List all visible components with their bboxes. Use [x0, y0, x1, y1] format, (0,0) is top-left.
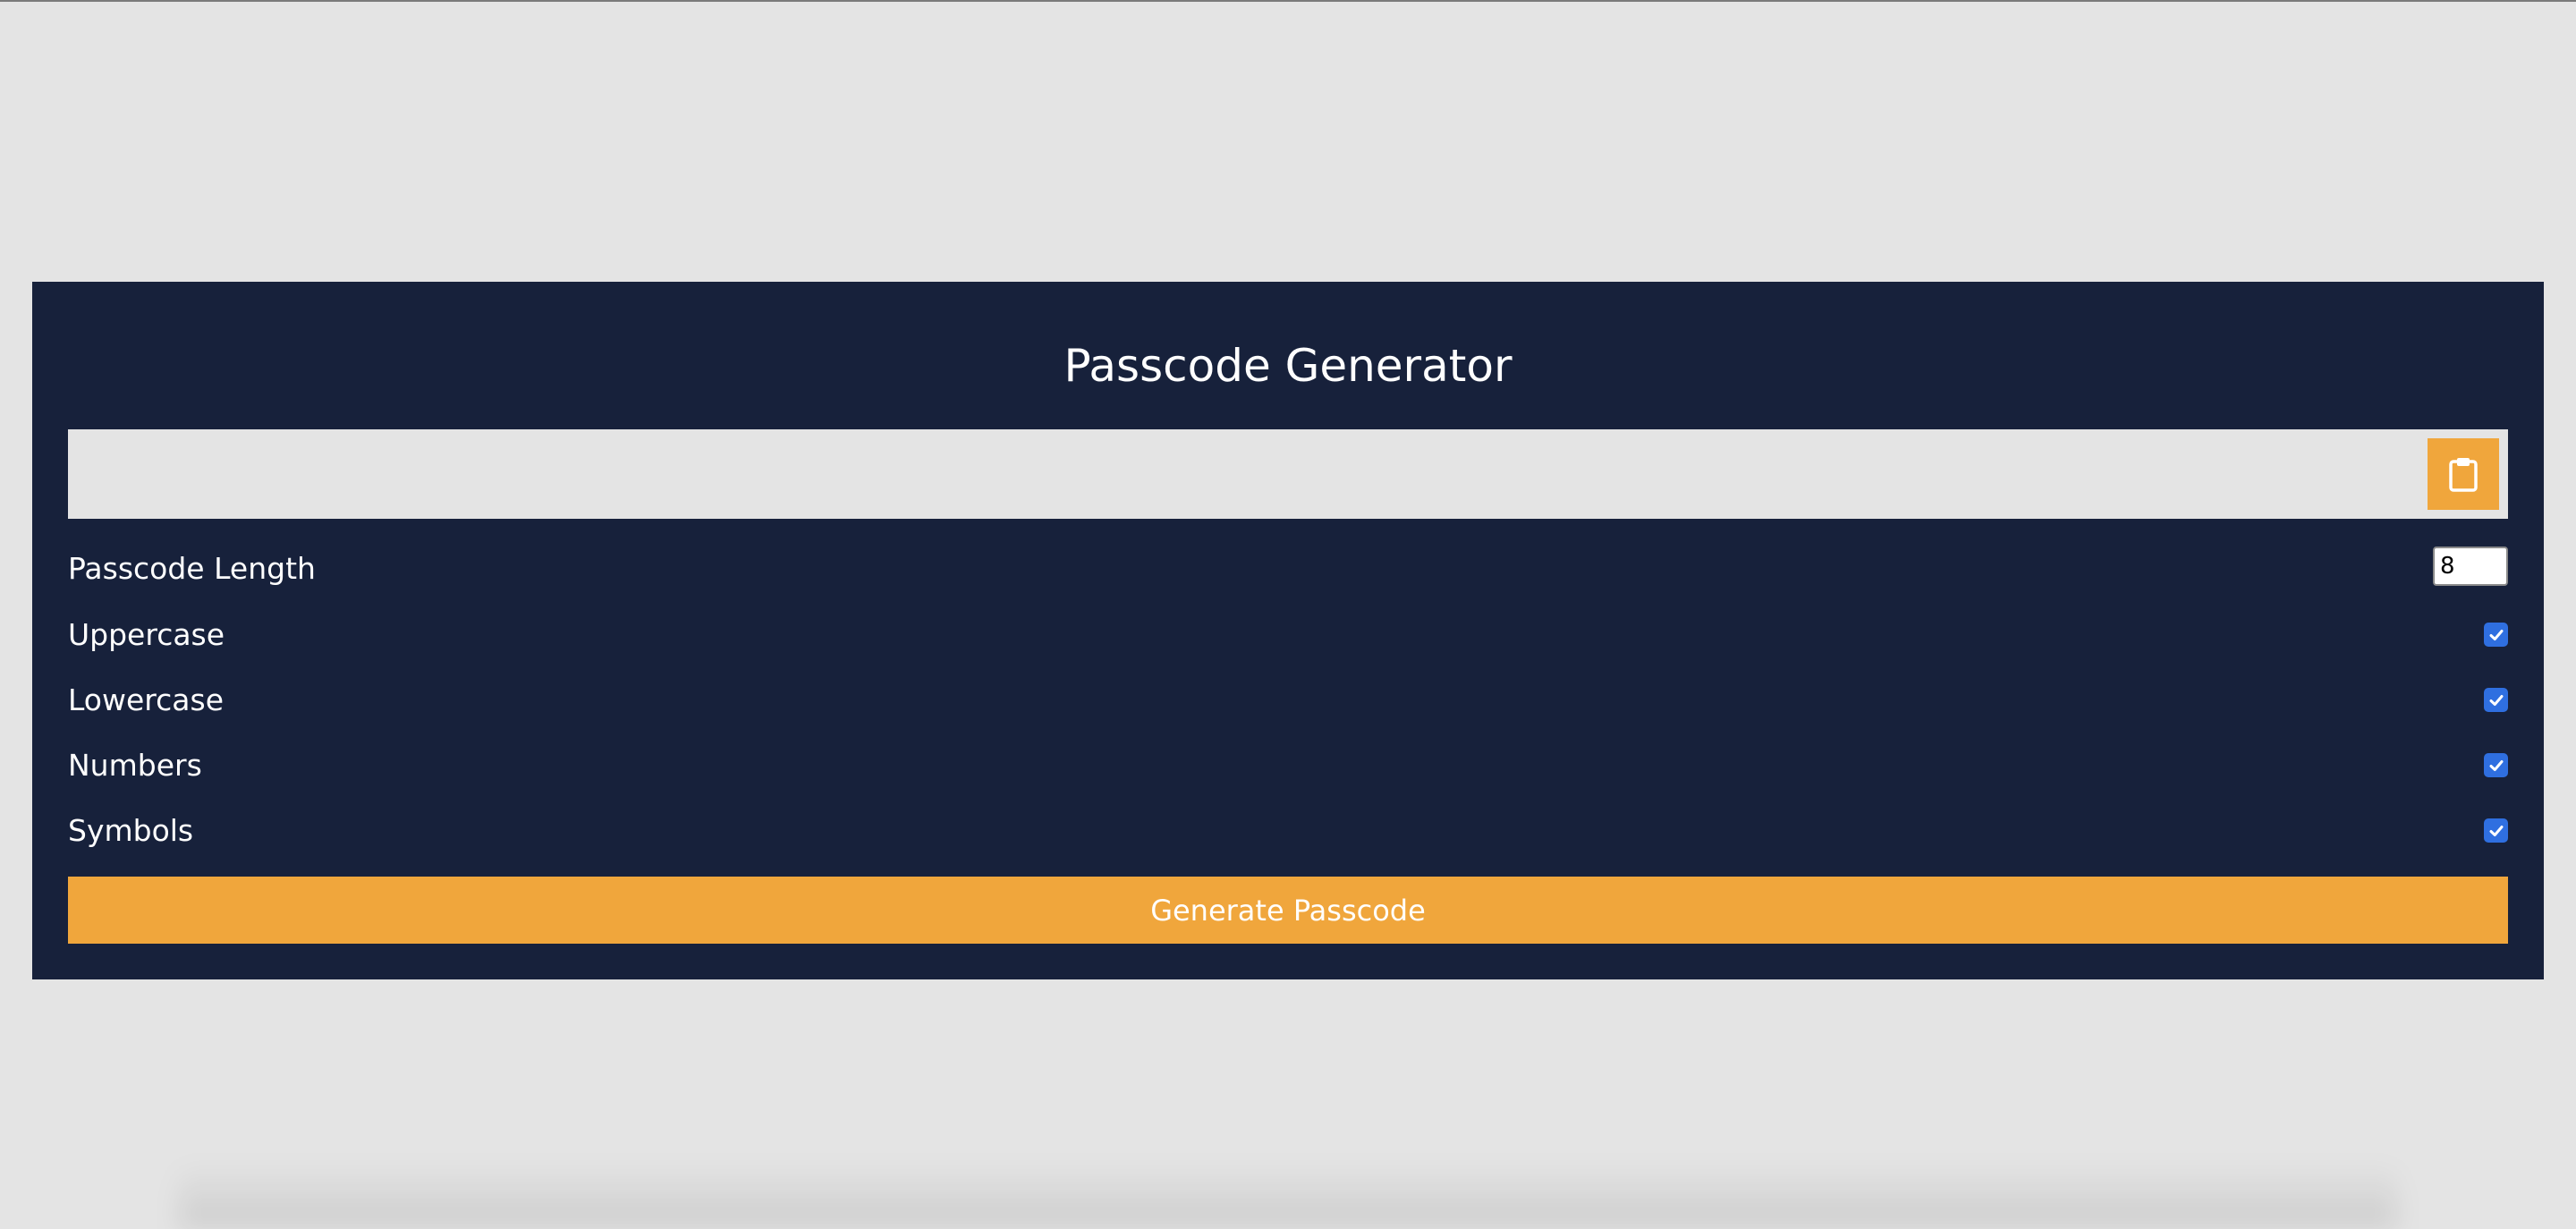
symbols-checkbox[interactable]: [2484, 818, 2508, 843]
symbols-label: Symbols: [68, 813, 194, 848]
copy-to-clipboard-button[interactable]: [2428, 438, 2499, 510]
uppercase-label: Uppercase: [68, 617, 225, 652]
bottom-shadow: [179, 1163, 2397, 1229]
page-title: Passcode Generator: [1063, 340, 1513, 392]
numbers-label: Numbers: [68, 748, 202, 783]
passcode-generator-panel: Passcode Generator Passcode Length Upper…: [32, 282, 2544, 979]
checkmark-icon: [2489, 694, 2503, 706]
clipboard-icon: [2449, 458, 2478, 492]
generate-passcode-button[interactable]: Generate Passcode: [68, 877, 2508, 944]
setting-row-symbols: Symbols: [68, 806, 2508, 856]
setting-row-length: Passcode Length: [68, 544, 2508, 594]
setting-row-numbers: Numbers: [68, 741, 2508, 791]
passcode-result-box: [68, 429, 2508, 519]
lowercase-checkbox[interactable]: [2484, 688, 2508, 712]
uppercase-checkbox[interactable]: [2484, 623, 2508, 647]
setting-row-uppercase: Uppercase: [68, 610, 2508, 660]
checkmark-icon: [2489, 825, 2503, 836]
checkmark-icon: [2489, 629, 2503, 640]
passcode-length-label: Passcode Length: [68, 551, 316, 586]
lowercase-label: Lowercase: [68, 682, 224, 717]
setting-row-lowercase: Lowercase: [68, 675, 2508, 725]
numbers-checkbox[interactable]: [2484, 753, 2508, 777]
window-top-border: [0, 0, 2576, 2]
passcode-length-input[interactable]: [2433, 547, 2508, 586]
checkmark-icon: [2489, 759, 2503, 771]
